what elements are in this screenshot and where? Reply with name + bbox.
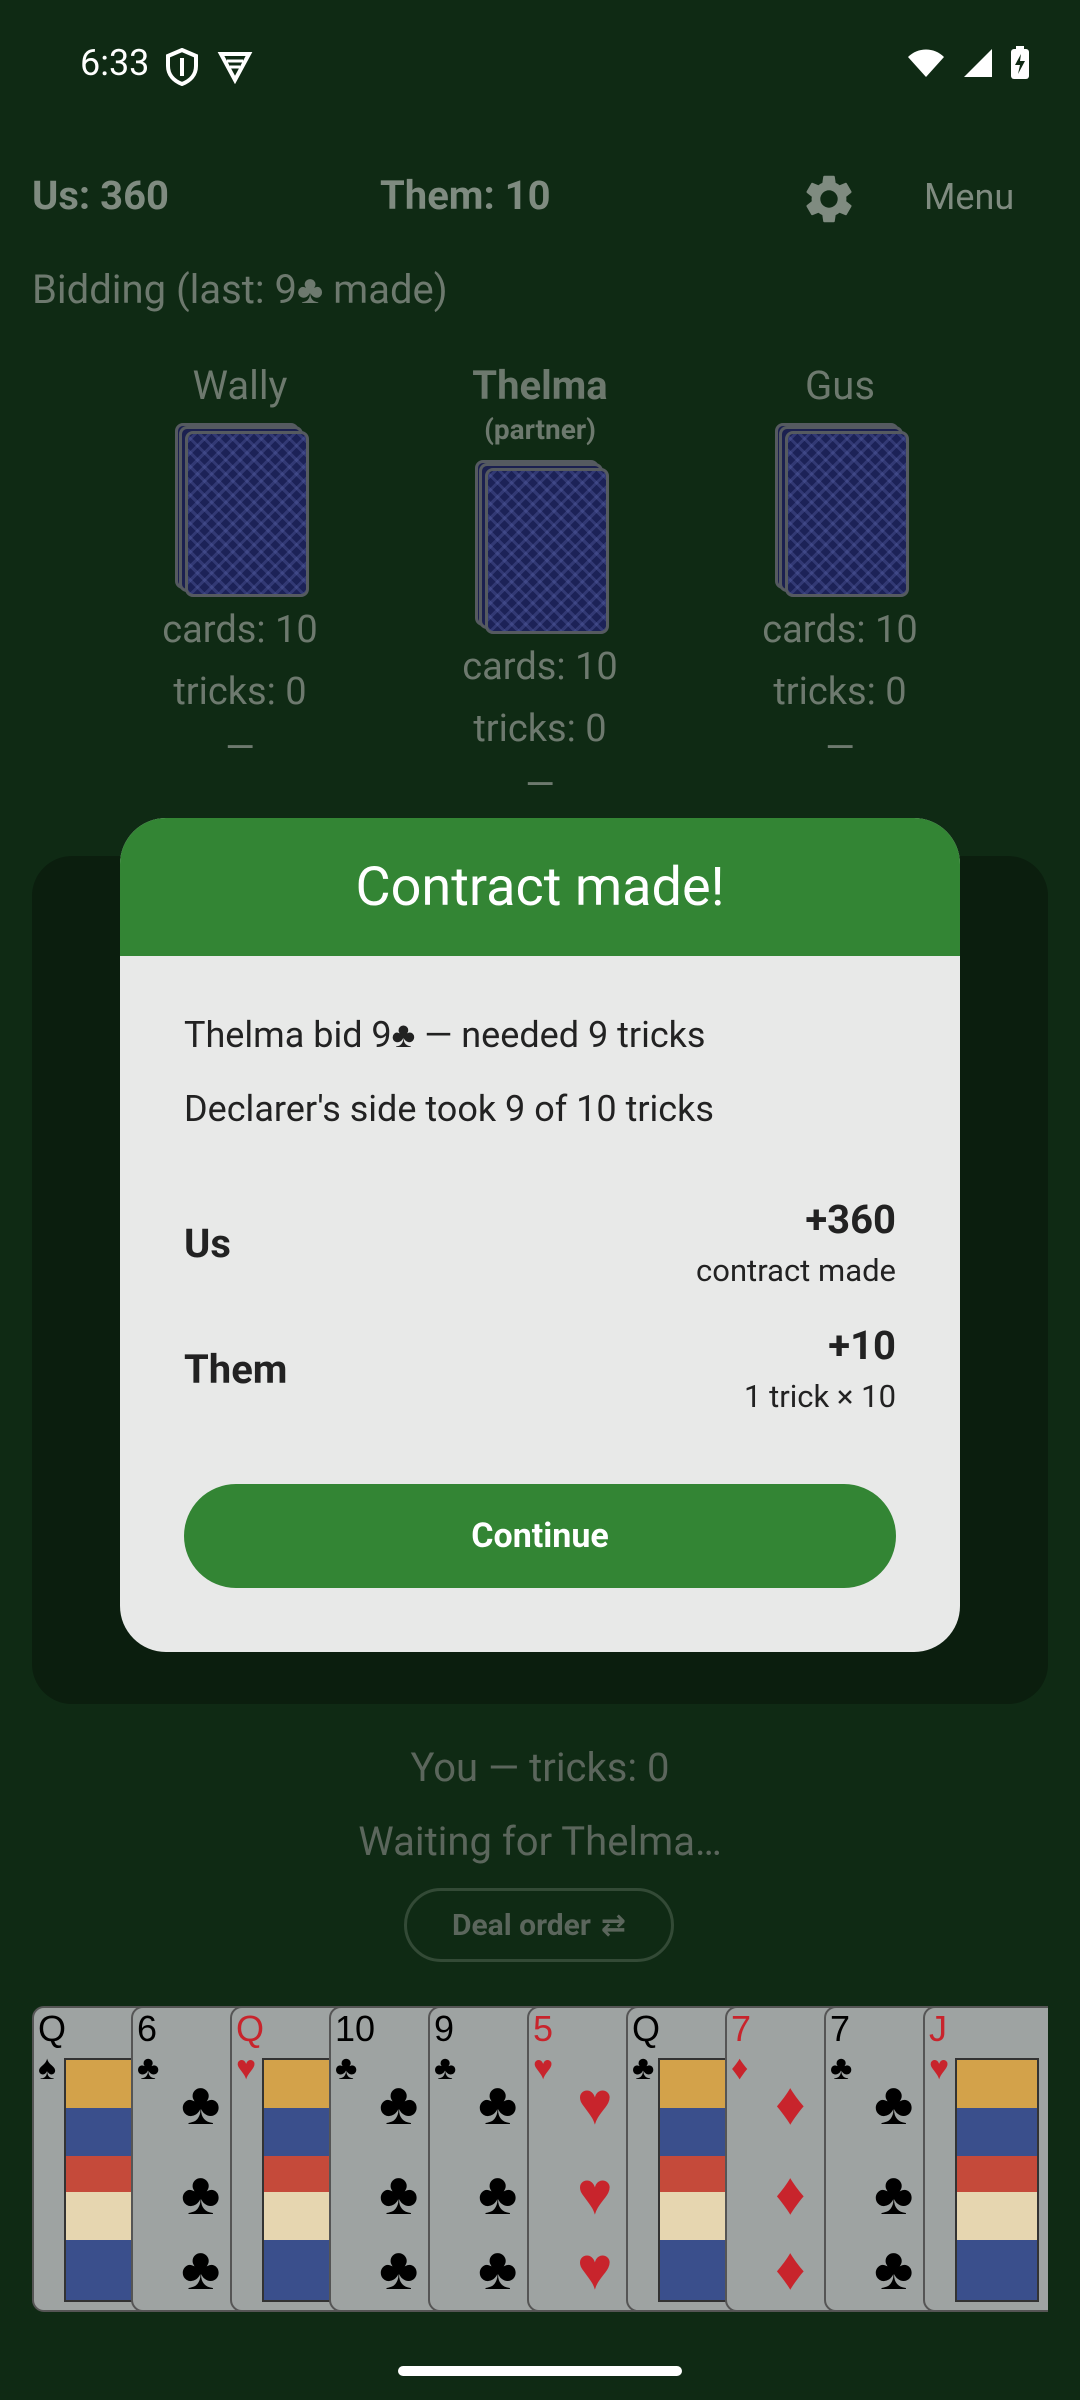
card-rank: Q <box>632 2008 661 2049</box>
card-pip: ♣ <box>874 2068 914 2139</box>
player-name: Thelma <box>472 362 608 409</box>
bid-summary: Thelma bid 9♣ — needed 9 tricks <box>184 1014 706 1056</box>
card-pip: ♣ <box>874 2158 914 2229</box>
card-pip: ♣ <box>478 2158 518 2229</box>
player-cards: cards: 10 <box>762 608 918 652</box>
card-pip: ♥ <box>577 2158 613 2229</box>
them-amount: +10 <box>828 1322 896 1369</box>
gear-icon <box>800 175 858 232</box>
partner-label: (partner) <box>484 413 596 446</box>
card-pip: ♣ <box>379 2233 419 2304</box>
continue-button[interactable]: Continue <box>184 1484 896 1588</box>
card-suit: ♣ <box>335 2048 358 2088</box>
deal-order-label: Deal order <box>451 1907 591 1943</box>
card-suit: ♥ <box>929 2048 950 2088</box>
card-pip: ♥ <box>577 2068 613 2139</box>
card-back-stack <box>775 423 909 597</box>
card-rank: 10 <box>335 2008 376 2049</box>
card-suit: ♠ <box>38 2048 57 2088</box>
card-pip: ♣ <box>478 2068 518 2139</box>
card-pip: ♥ <box>577 2233 613 2304</box>
card-suit: ♣ <box>632 2048 655 2088</box>
card-suit: ♣ <box>830 2048 853 2088</box>
status-bar: 6:33 <box>0 0 1080 140</box>
settings-button[interactable] <box>800 170 858 232</box>
card-pip: ♦ <box>775 2158 806 2229</box>
result-dialog: Contract made! Thelma bid 9♣ — needed 9 … <box>120 818 960 1652</box>
card-pip: ♣ <box>181 2158 221 2229</box>
card-pip: ♦ <box>775 2068 806 2139</box>
hand-card[interactable]: J ♥ <box>923 2006 1048 2312</box>
card-rank: J <box>929 2008 947 2049</box>
player-cards: cards: 10 <box>162 608 318 652</box>
card-pip: ♣ <box>478 2233 518 2304</box>
us-score: Us: 360 <box>32 172 169 219</box>
player-thelma: Thelma (partner) cards: 10 tricks: 0 — <box>420 362 660 810</box>
card-pip: ♣ <box>379 2068 419 2139</box>
them-label: Them <box>184 1346 288 1393</box>
card-suit: ♦ <box>731 2048 749 2088</box>
card-pip: ♣ <box>379 2158 419 2229</box>
card-rank: Q <box>236 2008 265 2049</box>
player-name: Wally <box>192 362 288 409</box>
card-pip: ♦ <box>775 2233 806 2304</box>
player-tricks: tricks: 0 <box>473 707 607 751</box>
bidding-status: Bidding (last: 9♣ made) <box>32 266 448 313</box>
shield-icon <box>165 47 199 90</box>
dialog-title: Contract made! <box>120 818 960 956</box>
player-name: Gus <box>805 362 875 409</box>
card-rank: Q <box>38 2008 67 2049</box>
player-cards: cards: 10 <box>462 645 618 689</box>
card-suit: ♣ <box>434 2048 457 2088</box>
tricks-summary: Declarer's side took 9 of 10 tricks <box>184 1088 714 1130</box>
them-note: 1 trick × 10 <box>743 1378 896 1415</box>
you-tricks: You — tricks: 0 <box>410 1744 670 1791</box>
card-pip: ♣ <box>181 2233 221 2304</box>
menu-button[interactable]: Menu <box>924 176 1014 218</box>
player-hand: Q ♠ 6 ♣ ♣ ♣ ♣ Q ♥ 10 ♣ ♣ ♣ ♣ 9 ♣ ♣ ♣ ♣ 5 ♥ ♥ ♥ ♥ Q ♣ 7 ♦ ♦ ♦ ♦ 7 ♣ ♣ ♣ ♣ J ♥ <box>32 2006 1048 2316</box>
player-bid: — <box>825 726 855 770</box>
player-tricks: tricks: 0 <box>773 670 907 714</box>
swap-icon: ⇄ <box>600 1907 626 1943</box>
wifi-icon <box>906 47 946 83</box>
player-gus: Gus cards: 10 tricks: 0 — <box>720 362 960 773</box>
card-rank: 5 <box>533 2008 554 2049</box>
card-rank: 9 <box>434 2008 455 2049</box>
card-rank: 6 <box>137 2008 158 2049</box>
status-time: 6:33 <box>80 42 150 84</box>
vpn-icon <box>217 48 253 90</box>
face-card-art <box>955 2058 1039 2302</box>
card-suit: ♥ <box>533 2048 554 2088</box>
signal-icon <box>962 47 994 83</box>
card-pip: ♣ <box>874 2233 914 2304</box>
card-back-stack <box>175 423 309 597</box>
card-rank: 7 <box>830 2008 851 2049</box>
player-bid: — <box>225 726 255 770</box>
them-score: Them: 10 <box>380 172 551 219</box>
card-pip: ♣ <box>181 2068 221 2139</box>
us-amount: +360 <box>805 1196 896 1243</box>
player-bid: — <box>525 763 555 807</box>
us-note: contract made <box>696 1252 896 1289</box>
waiting-status: Waiting for Thelma… <box>358 1818 722 1865</box>
player-tricks: tricks: 0 <box>173 670 307 714</box>
us-label: Us <box>184 1220 231 1267</box>
deal-order-button[interactable]: Deal order ⇄ <box>404 1888 674 1962</box>
card-suit: ♣ <box>137 2048 160 2088</box>
home-indicator[interactable] <box>398 2366 682 2376</box>
card-suit: ♥ <box>236 2048 257 2088</box>
player-wally: Wally cards: 10 tricks: 0 — <box>120 362 360 773</box>
battery-charging-icon <box>1010 46 1030 84</box>
card-back-stack <box>475 460 609 634</box>
card-rank: 7 <box>731 2008 752 2049</box>
